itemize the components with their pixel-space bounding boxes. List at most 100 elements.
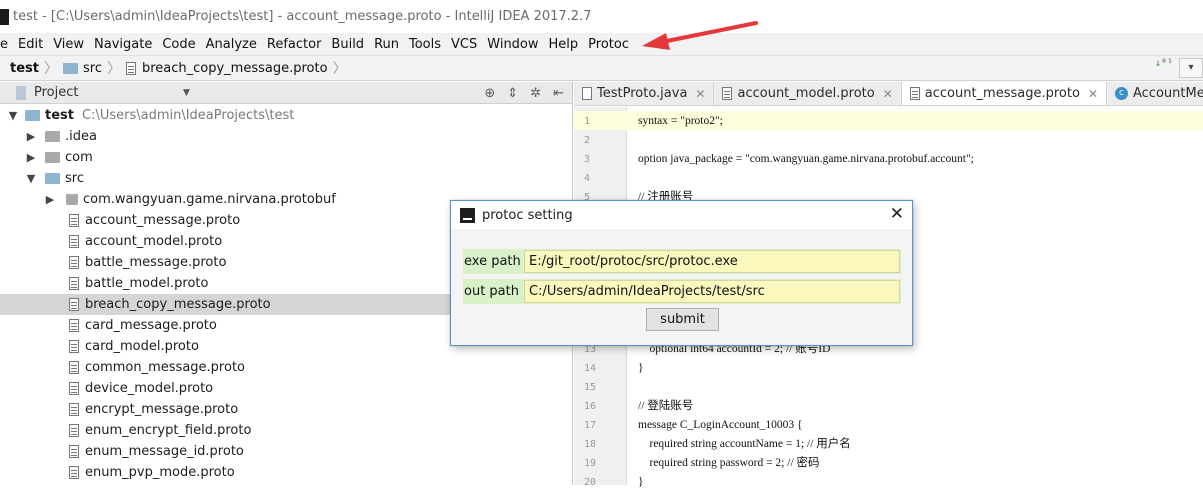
proto-file-icon (69, 403, 79, 416)
proto-file-icon (909, 87, 920, 100)
breadcrumb-src[interactable]: src (83, 61, 102, 76)
tree-item-label: card_message.proto (85, 318, 217, 333)
breadcrumb-project[interactable]: test (10, 61, 39, 76)
chevron-right-icon[interactable]: ▶ (24, 151, 38, 164)
tab-accountmessage-java[interactable]: c AccountMessage.ja (1107, 82, 1203, 105)
tree-item-label: test (45, 108, 74, 123)
submit-button[interactable]: submit (646, 308, 719, 331)
dropdown-arrow-icon[interactable]: ▾ (1179, 58, 1203, 78)
menu-run[interactable]: Run (369, 37, 404, 52)
tree-item-label: com.wangyuan.game.nirvana.protobuf (83, 192, 336, 207)
chevron-down-icon[interactable]: ▼ (24, 172, 38, 185)
code-line[interactable]: } (638, 473, 644, 492)
tree-item-file[interactable]: enum_pvp_mode.proto (0, 462, 572, 483)
navigation-bar: test 〉 src 〉 breach_copy_message.proto 〉… (0, 55, 1203, 81)
tree-item-src[interactable]: ▼ src (0, 168, 572, 189)
chevron-right-icon[interactable]: ▶ (24, 130, 38, 143)
close-icon[interactable]: ✕ (1088, 87, 1098, 101)
menu-bar: e Edit View Navigate Code Analyze Refact… (0, 33, 1203, 55)
chevron-right-icon: 〉 (43, 61, 58, 77)
menu-file[interactable]: e (0, 37, 13, 52)
editor-tabs: TestProto.java ✕ account_model.proto ✕ a… (574, 82, 1203, 106)
menu-build[interactable]: Build (326, 37, 369, 52)
window-titlebar: test - [C:\Users\admin\IdeaProjects\test… (0, 0, 1203, 33)
menu-protoc[interactable]: Protoc (583, 37, 634, 52)
proto-file-icon (722, 87, 733, 100)
code-line[interactable]: message C_LoginAccount_10003 { (638, 416, 803, 435)
menu-vcs[interactable]: VCS (446, 37, 482, 52)
tree-item-file[interactable]: common_message.proto (0, 357, 572, 378)
menu-analyze[interactable]: Analyze (201, 37, 262, 52)
source-folder-icon (45, 173, 60, 184)
tree-item-com[interactable]: ▶ com (0, 147, 572, 168)
proto-file-icon (69, 424, 79, 437)
package-icon (66, 194, 78, 205)
tab-account-message-proto[interactable]: account_message.proto ✕ (901, 82, 1107, 105)
intellij-app-icon (460, 207, 475, 223)
line-number: 3 (584, 154, 591, 165)
close-icon[interactable]: ✕ (890, 205, 904, 223)
tree-item-file[interactable]: device_model.proto (0, 378, 572, 399)
code-line[interactable]: // 登陆账号 (638, 397, 693, 416)
vcs-update-icon[interactable]: ↓⁰¹ (1155, 59, 1173, 69)
menu-refactor[interactable]: Refactor (262, 37, 327, 52)
menu-edit[interactable]: Edit (13, 37, 48, 52)
tree-item-file[interactable]: enum_encrypt_field.proto (0, 420, 572, 441)
code-line[interactable]: required string password = 2; // 密码 (638, 454, 820, 473)
tree-item-label: battle_model.proto (85, 276, 209, 291)
line-number: 19 (584, 458, 597, 469)
project-panel-title[interactable]: Project (34, 85, 78, 100)
tab-label: account_message.proto (924, 86, 1080, 101)
proto-file-icon (69, 256, 79, 269)
panel-stripe-icon (16, 85, 26, 100)
line-number: 14 (584, 363, 597, 374)
tree-item-test[interactable]: ▼ test C:\Users\admin\IdeaProjects\test (0, 105, 572, 126)
close-icon[interactable]: ✕ (695, 87, 705, 101)
close-icon[interactable]: ✕ (883, 87, 893, 101)
proto-file-icon (125, 61, 136, 75)
proto-file-icon (69, 235, 79, 248)
tree-item-label: battle_message.proto (85, 255, 227, 270)
exe-path-field[interactable]: E:/git_root/protoc/src/protoc.exe (524, 250, 900, 273)
project-panel-header: Project ▼ ⊕ ⇕ ✲ ⇤ (0, 82, 572, 104)
code-line[interactable]: required string accountName = 1; // 用户名 (638, 435, 851, 454)
hide-panel-icon[interactable]: ⇤ (553, 86, 564, 101)
line-number: 18 (584, 439, 597, 450)
tree-item-label: src (65, 171, 84, 186)
tree-item-label: device_model.proto (85, 381, 214, 396)
code-line[interactable]: } (638, 359, 644, 378)
locate-file-icon[interactable]: ⊕ (484, 86, 495, 101)
menu-tools[interactable]: Tools (404, 37, 446, 52)
gear-icon[interactable]: ✲ (530, 86, 541, 101)
view-mode-dropdown-icon[interactable]: ▼ (183, 88, 190, 98)
menu-view[interactable]: View (48, 37, 89, 52)
proto-file-icon (69, 319, 79, 332)
out-path-label: out path (464, 284, 519, 299)
chevron-down-icon[interactable]: ▼ (6, 109, 20, 122)
java-file-icon (582, 87, 592, 100)
code-line[interactable]: option java_package = "com.wangyuan.game… (638, 150, 974, 169)
line-number: 2 (584, 135, 591, 146)
menu-help[interactable]: Help (544, 37, 584, 52)
code-line[interactable]: syntax = "proto2"; (638, 112, 723, 131)
tree-item-idea[interactable]: ▶ .idea (0, 126, 572, 147)
breadcrumb-file[interactable]: breach_copy_message.proto (142, 61, 328, 76)
tree-item-file[interactable]: encrypt_message.proto (0, 399, 572, 420)
proto-file-icon (69, 361, 79, 374)
tree-item-path: C:\Users\admin\IdeaProjects\test (81, 108, 295, 123)
window-title: test - [C:\Users\admin\IdeaProjects\test… (13, 9, 592, 24)
tab-testproto-java[interactable]: TestProto.java ✕ (574, 82, 715, 105)
folder-icon (45, 152, 60, 163)
folder-icon (62, 62, 78, 74)
out-path-field[interactable]: C:/Users/admin/IdeaProjects/test/src (524, 280, 900, 303)
line-number: 17 (584, 420, 597, 431)
menu-code[interactable]: Code (157, 37, 200, 52)
tab-account-model-proto[interactable]: account_model.proto ✕ (714, 82, 902, 105)
tree-item-label: enum_message_id.proto (85, 444, 244, 459)
menu-navigate[interactable]: Navigate (89, 37, 157, 52)
proto-file-icon (69, 277, 79, 290)
collapse-all-icon[interactable]: ⇕ (507, 86, 518, 101)
chevron-right-icon[interactable]: ▶ (43, 193, 57, 206)
tree-item-file[interactable]: enum_message_id.proto (0, 441, 572, 462)
menu-window[interactable]: Window (482, 37, 543, 52)
